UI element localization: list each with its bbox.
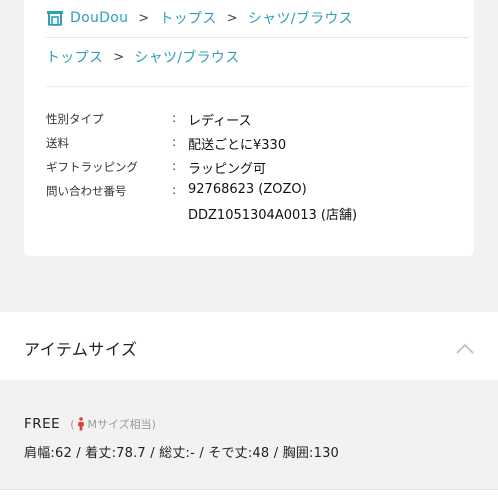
spec-label: 送料	[46, 136, 69, 150]
breadcrumb-separator: >	[138, 10, 150, 26]
shop-icon	[46, 9, 64, 27]
spec-colon: :	[172, 183, 177, 197]
size-name: FREE	[24, 416, 61, 432]
breadcrumb-category: トップス > シャツ/ブラウス	[46, 47, 240, 67]
section-divider	[46, 86, 469, 87]
spec-value: 配送ごとに¥330	[188, 138, 287, 153]
breadcrumb-shirts-link[interactable]: シャツ/ブラウス	[134, 47, 239, 67]
shop-link[interactable]: DouDou	[70, 10, 128, 26]
size-hint: ( Mサイズ相当)	[70, 416, 156, 432]
spec-row-inquiry: 問い合わせ番号 : 92768623 (ZOZO)	[46, 180, 466, 204]
size-hint-text: Mサイズ相当)	[87, 418, 156, 431]
breadcrumb-separator: >	[113, 49, 125, 65]
chevron-up-icon[interactable]	[456, 340, 474, 354]
spec-colon: :	[172, 135, 177, 149]
spec-value: レディース	[188, 114, 252, 129]
dotted-divider	[46, 37, 469, 38]
spec-label: 問い合わせ番号	[46, 184, 127, 198]
spec-label: 性別タイプ	[46, 112, 104, 126]
spec-value: ラッピング可	[188, 162, 267, 177]
size-hint-open: (	[70, 417, 75, 431]
spec-row-shipping: 送料 : 配送ごとに¥330	[46, 132, 466, 156]
person-icon	[77, 417, 85, 431]
spec-row-gift: ギフトラッピング : ラッピング可	[46, 156, 466, 180]
breadcrumb-tops-link[interactable]: トップス	[159, 8, 216, 28]
spec-value: DDZ1051304A0013 (店舗)	[188, 208, 358, 223]
breadcrumb-tops-link[interactable]: トップス	[46, 47, 103, 67]
item-size-header[interactable]: アイテムサイズ	[0, 312, 498, 380]
spec-label: ギフトラッピング	[46, 160, 138, 174]
spec-value: 92768623 (ZOZO)	[188, 182, 307, 197]
breadcrumb-shop: DouDou > トップス > シャツ/ブラウス	[46, 8, 353, 28]
item-detail-card: DouDou > トップス > シャツ/ブラウス トップス > シャツ/ブラウス…	[24, 0, 474, 256]
breadcrumb-separator: >	[226, 10, 238, 26]
spec-row-gender: 性別タイプ : レディース	[46, 108, 466, 132]
section-title: アイテムサイズ	[24, 340, 138, 359]
spec-table: 性別タイプ : レディース 送料 : 配送ごとに¥330 ギフトラッピング : …	[46, 108, 466, 228]
size-measurements: 肩幅:62 / 着丈:78.7 / 総丈:- / そで丈:48 / 胸囲:130	[24, 446, 340, 461]
breadcrumb-shirts-link[interactable]: シャツ/ブラウス	[248, 8, 353, 28]
spec-row-inquiry-store: DDZ1051304A0013 (店舗)	[46, 204, 466, 228]
spec-colon: :	[172, 159, 177, 173]
item-size-body: FREE ( Mサイズ相当) 肩幅:62 / 着丈:78.7 / 総丈:- / …	[0, 381, 498, 489]
spec-colon: :	[172, 111, 177, 125]
size-heading: FREE ( Mサイズ相当)	[24, 416, 156, 432]
